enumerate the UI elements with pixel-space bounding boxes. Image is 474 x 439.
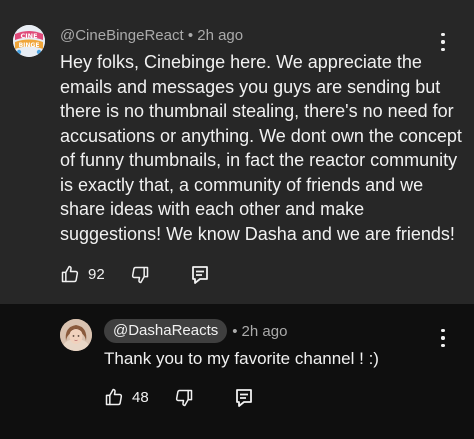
comment-actions: 92 — [60, 264, 105, 284]
reply-icon[interactable] — [235, 388, 253, 408]
timestamp[interactable]: 2h ago — [197, 27, 243, 44]
reply-like-action: 48 — [104, 387, 149, 407]
thumb-down-icon[interactable] — [174, 388, 194, 408]
dislike-action — [130, 265, 150, 285]
thumb-up-icon[interactable] — [60, 264, 80, 284]
comment-text: Hey folks, Cinebinge here. We appreciate… — [60, 52, 462, 244]
comment-header: @CineBingeReact • 2h ago — [60, 27, 243, 44]
author-chip[interactable]: @DashaReacts — [104, 319, 228, 343]
like-count: 48 — [132, 388, 149, 406]
like-count: 92 — [88, 265, 105, 283]
parent-comment: CINE BINGE @CineBingeReact • 2h ago Hey … — [0, 0, 474, 304]
svg-text:BINGE: BINGE — [19, 42, 40, 49]
cinebinge-logo-icon: CINE BINGE — [13, 25, 45, 57]
avatar[interactable] — [60, 319, 92, 351]
reply-comment: @DashaReacts • 2h ago Thank you to my fa… — [0, 304, 474, 439]
dasha-avatar-icon — [60, 319, 92, 351]
timestamp-prefix: • — [232, 322, 238, 340]
reply-action — [191, 265, 209, 285]
reply-icon[interactable] — [191, 265, 209, 285]
reply-dislike-action — [174, 388, 194, 408]
timestamp[interactable]: 2h ago — [242, 323, 288, 340]
more-vert-icon[interactable] — [440, 33, 446, 51]
svg-text:CINE: CINE — [20, 32, 37, 40]
separator-dot: • — [187, 27, 198, 44]
author-name[interactable]: @CineBingeReact — [60, 27, 184, 44]
avatar[interactable]: CINE BINGE — [13, 25, 45, 57]
reply-reply-action — [235, 388, 253, 408]
thumb-up-icon[interactable] — [104, 387, 124, 407]
more-vert-icon[interactable] — [440, 329, 446, 347]
reply-header: @DashaReacts • 2h ago — [104, 319, 287, 343]
thumb-down-icon[interactable] — [130, 265, 150, 285]
reply-text: Thank you to my favorite channel ! :) — [104, 349, 379, 368]
